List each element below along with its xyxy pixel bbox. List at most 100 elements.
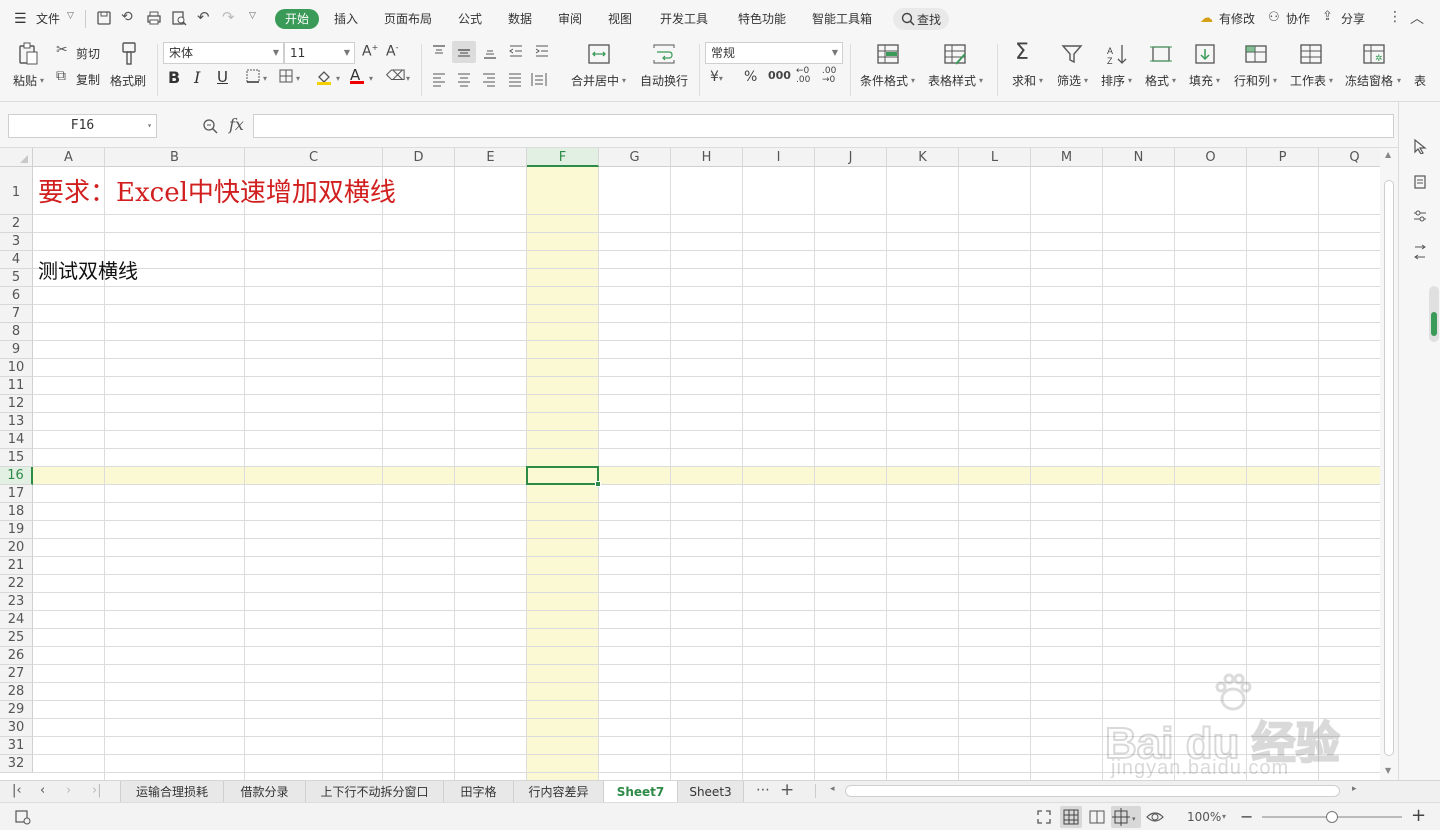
chevron-down-icon[interactable]: ▾: [979, 76, 983, 85]
settings-sliders-icon[interactable]: [1412, 208, 1428, 224]
scroll-thumb[interactable]: [1384, 180, 1394, 756]
column-header-M[interactable]: M: [1031, 148, 1103, 167]
tab-review[interactable]: 审阅: [558, 10, 582, 27]
row-header-8[interactable]: 8: [0, 323, 33, 341]
sheet-tab-active[interactable]: Sheet7: [604, 781, 678, 803]
fullscreen-icon[interactable]: [1036, 809, 1052, 825]
add-sheet-icon[interactable]: +: [780, 780, 794, 800]
row-header-2[interactable]: 2: [0, 215, 33, 233]
column-header-B[interactable]: B: [105, 148, 245, 167]
row-col-button[interactable]: 行和列: [1234, 72, 1270, 89]
merge-center-button[interactable]: 合并居中: [571, 72, 619, 89]
horizontal-scroll-thumb[interactable]: [845, 785, 1340, 797]
tab-formulas[interactable]: 公式: [458, 10, 482, 27]
tab-home[interactable]: 开始: [275, 9, 320, 29]
number-format-select[interactable]: 常规 ▼: [705, 42, 843, 64]
zoom-out-icon[interactable]: −: [1240, 807, 1253, 826]
currency-icon[interactable]: ¥▾: [710, 69, 723, 85]
row-header-12[interactable]: 12: [0, 395, 33, 413]
row-header-3[interactable]: 3: [0, 233, 33, 251]
column-header-O[interactable]: O: [1175, 148, 1247, 167]
row-header-23[interactable]: 23: [0, 593, 33, 611]
chevron-down-icon[interactable]: ▾: [296, 74, 300, 83]
row-header-14[interactable]: 14: [0, 431, 33, 449]
freeze-panes-button[interactable]: 冻结窗格: [1345, 72, 1393, 89]
row-header-17[interactable]: 17: [0, 485, 33, 503]
eraser-icon[interactable]: ⌫: [386, 68, 406, 84]
conditional-format-button[interactable]: 条件格式: [860, 72, 908, 89]
column-header-C[interactable]: C: [245, 148, 383, 167]
row-header-32[interactable]: 32: [0, 755, 33, 773]
scroll-right-icon[interactable]: ▸: [1352, 784, 1357, 794]
font-name-select[interactable]: 宋体 ▼: [163, 42, 284, 64]
row-header-27[interactable]: 27: [0, 665, 33, 683]
tab-special-features[interactable]: 特色功能: [738, 10, 786, 27]
search-button[interactable]: 查找: [893, 8, 950, 30]
column-header-J[interactable]: J: [815, 148, 887, 167]
row-header-26[interactable]: 26: [0, 647, 33, 665]
row-header-10[interactable]: 10: [0, 359, 33, 377]
decrease-font-icon[interactable]: A-: [386, 43, 398, 60]
row-header-9[interactable]: 9: [0, 341, 33, 359]
chevron-down-icon[interactable]: ▾: [1084, 76, 1088, 85]
copy-button[interactable]: 复制: [76, 71, 100, 88]
changes-button[interactable]: 有修改: [1219, 10, 1255, 27]
eye-protection-icon[interactable]: [1145, 808, 1165, 826]
name-box[interactable]: F16 ▾: [8, 114, 157, 138]
border-dropdown-icon[interactable]: ▾: [263, 74, 267, 83]
row-header-16[interactable]: 16: [0, 467, 33, 485]
column-header-G[interactable]: G: [599, 148, 671, 167]
justify-icon[interactable]: [506, 70, 524, 88]
sheet-tab[interactable]: 借款分录: [224, 781, 306, 803]
wrap-text-button[interactable]: 自动换行: [640, 72, 688, 89]
format-painter-button[interactable]: 格式刷: [110, 72, 146, 89]
row-header-7[interactable]: 7: [0, 305, 33, 323]
row-header-30[interactable]: 30: [0, 719, 33, 737]
column-header-K[interactable]: K: [887, 148, 959, 167]
sheet-tab[interactable]: 运输合理损耗: [120, 781, 224, 803]
file-menu[interactable]: 文件: [36, 10, 60, 27]
row-col-icon[interactable]: [1243, 42, 1269, 66]
bold-icon[interactable]: B: [168, 68, 180, 87]
sheet-tab[interactable]: 行内容差异: [514, 781, 604, 803]
format-button[interactable]: 格式: [1145, 72, 1169, 89]
table-more-button[interactable]: 表: [1414, 72, 1426, 89]
chevron-down-icon[interactable]: ▾: [1039, 76, 1043, 85]
row-header-1[interactable]: 1: [0, 167, 33, 215]
border-icon[interactable]: [245, 68, 261, 84]
column-header-H[interactable]: H: [671, 148, 743, 167]
percent-icon[interactable]: %: [744, 69, 757, 85]
redo-icon[interactable]: ↷: [222, 8, 235, 26]
column-header-F[interactable]: F: [527, 148, 599, 167]
row-header-24[interactable]: 24: [0, 611, 33, 629]
paste-button[interactable]: 粘贴: [13, 72, 37, 89]
font-color-icon[interactable]: A: [350, 66, 364, 84]
tab-developer[interactable]: 开发工具: [660, 10, 708, 27]
chevron-down-icon[interactable]: ▽: [67, 11, 74, 21]
increase-indent-icon[interactable]: [533, 42, 551, 60]
chevron-down-icon[interactable]: ▾: [1329, 76, 1333, 85]
tab-view[interactable]: 视图: [608, 10, 632, 27]
column-header-P[interactable]: P: [1247, 148, 1319, 167]
merge-center-icon[interactable]: [586, 42, 612, 66]
row-header-25[interactable]: 25: [0, 629, 33, 647]
increase-font-icon[interactable]: A+: [362, 43, 378, 60]
zoom-dropdown-icon[interactable]: ▾: [1222, 812, 1226, 821]
tab-page-layout[interactable]: 页面布局: [384, 10, 432, 27]
select-all-corner[interactable]: [0, 148, 33, 167]
conditional-format-icon[interactable]: [875, 42, 901, 66]
clear-dropdown-icon[interactable]: ▾: [406, 74, 410, 83]
paste-dropdown-icon[interactable]: ▾: [40, 76, 44, 85]
fill-color-icon[interactable]: [315, 68, 333, 86]
zoom-slider-thumb[interactable]: [1326, 811, 1338, 823]
row-header-22[interactable]: 22: [0, 575, 33, 593]
worksheet-button[interactable]: 工作表: [1290, 72, 1326, 89]
row-header-11[interactable]: 11: [0, 377, 33, 395]
last-sheet-icon[interactable]: ›|: [92, 783, 102, 798]
sum-button[interactable]: 求和: [1012, 72, 1036, 89]
merge-dropdown-icon[interactable]: ▾: [622, 76, 626, 85]
row-header-31[interactable]: 31: [0, 737, 33, 755]
chevron-down-icon[interactable]: ▾: [1397, 76, 1401, 85]
undo-icon[interactable]: ↶: [197, 8, 210, 26]
tab-smart-toolbox[interactable]: 智能工具箱: [812, 10, 872, 27]
